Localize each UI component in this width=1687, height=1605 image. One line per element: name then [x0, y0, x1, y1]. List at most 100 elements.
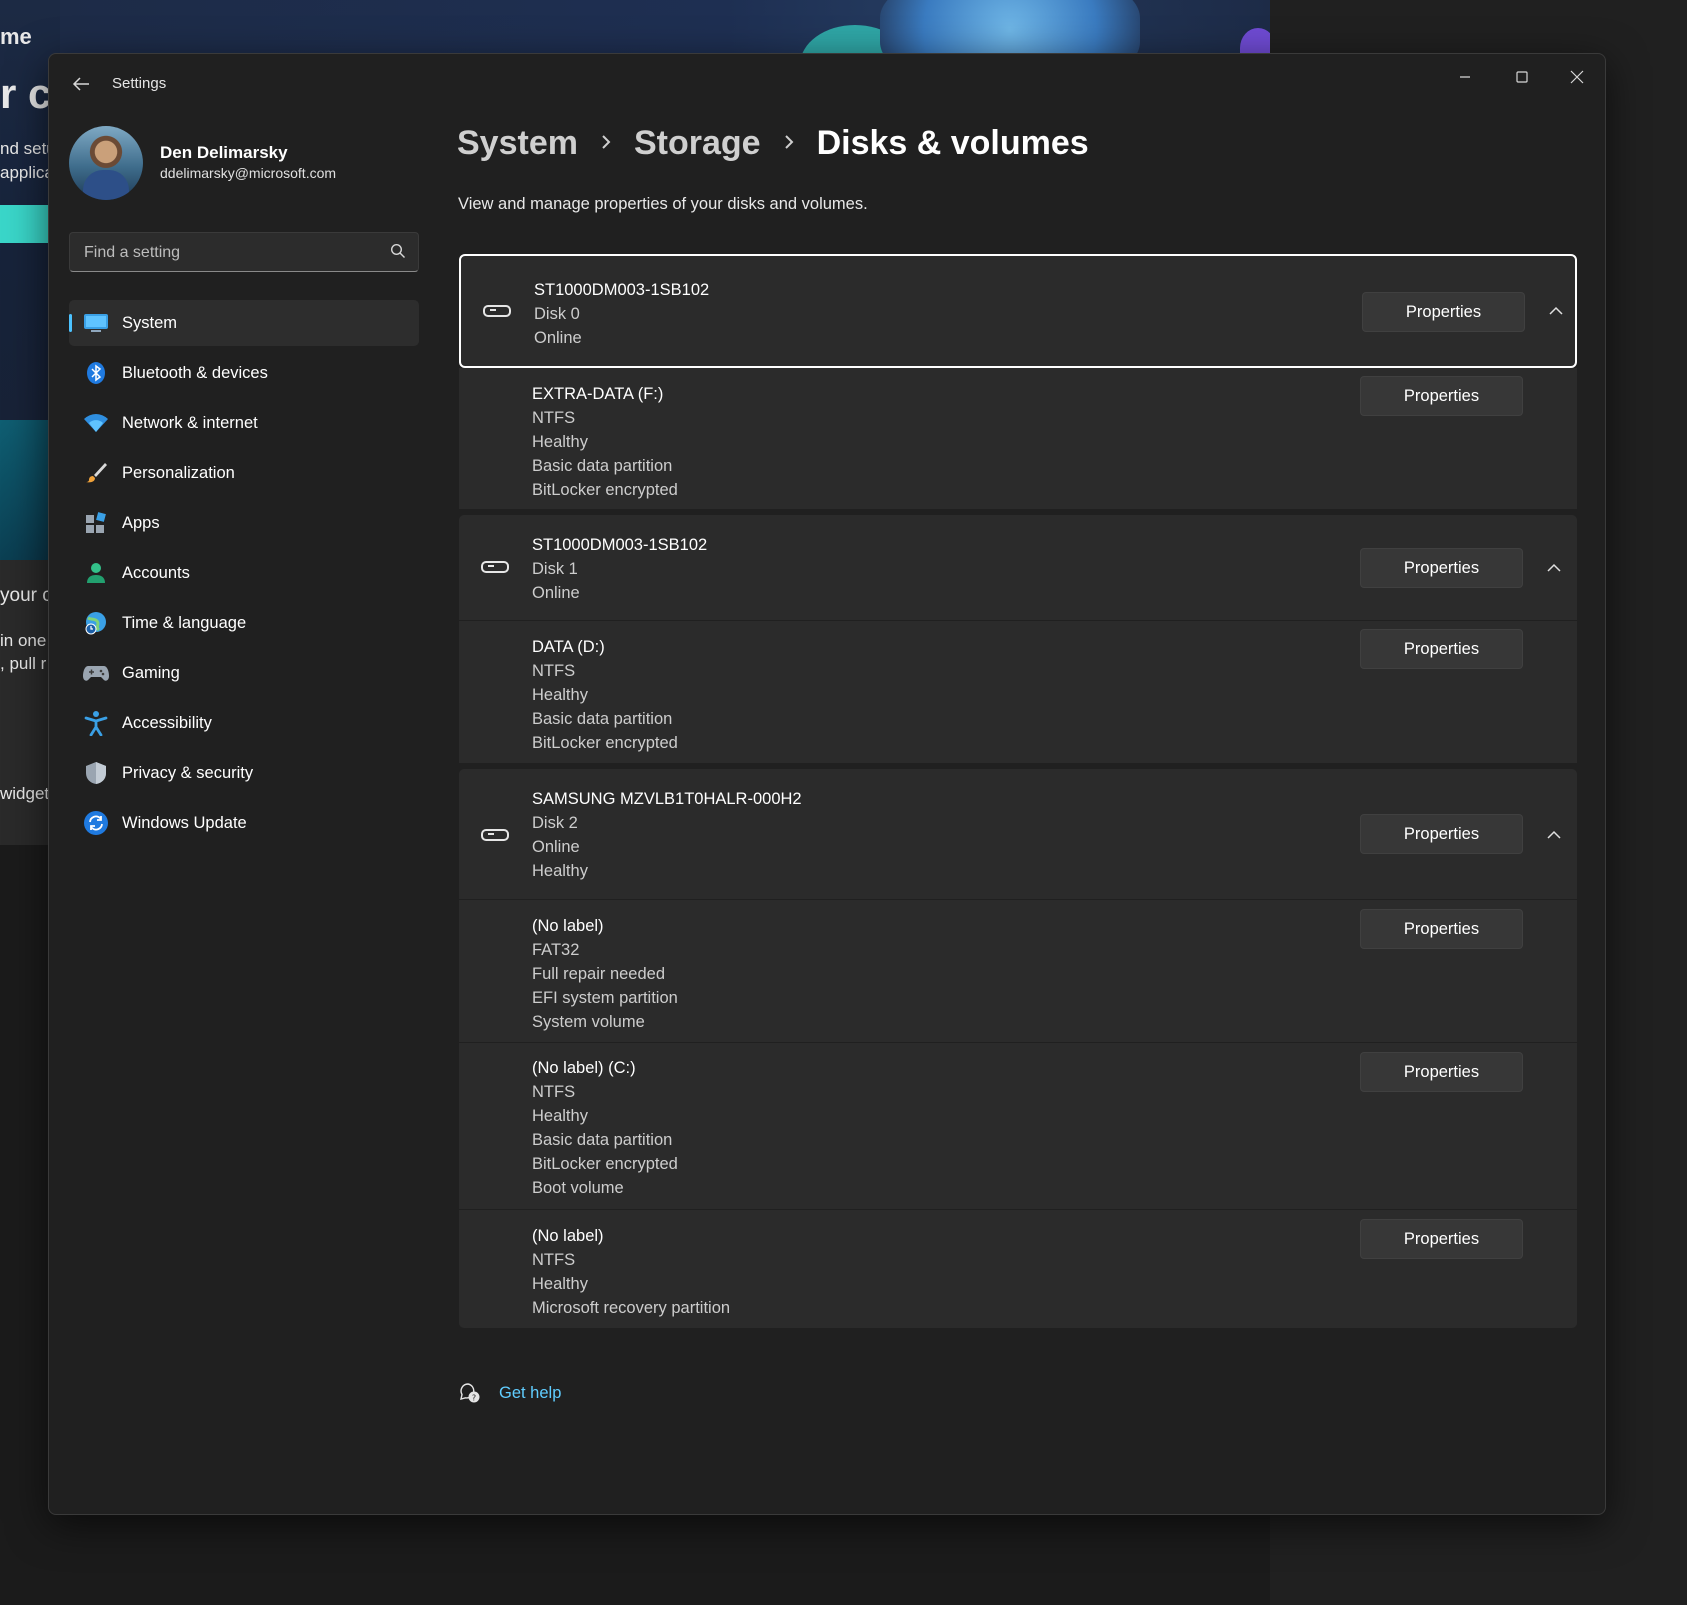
search-box [69, 232, 419, 272]
sidebar-item-bluetooth[interactable]: Bluetooth & devices [69, 350, 419, 396]
sidebar-item-label: Windows Update [122, 813, 247, 832]
sidebar-item-personalization[interactable]: Personalization [69, 450, 419, 496]
sidebar-item-label: Accounts [122, 563, 190, 582]
maximize-button[interactable] [1494, 60, 1550, 94]
disk-status: Online [534, 329, 582, 347]
disk-list: ST1000DM003-1SB102 Disk 0 Online Propert… [459, 254, 1577, 1328]
brush-icon [82, 459, 110, 487]
time-language-icon [82, 609, 110, 637]
sidebar-item-label: Personalization [122, 463, 235, 482]
volume-health: Healthy [532, 1107, 588, 1125]
disk-number: Disk 1 [532, 560, 578, 578]
chevron-up-icon[interactable] [1542, 555, 1566, 579]
breadcrumb: System Storage Disks & volumes [457, 124, 1089, 163]
bluetooth-icon [82, 359, 110, 387]
volume-label: DATA (D:) [532, 638, 605, 656]
sidebar-item-label: Accessibility [122, 713, 212, 732]
avatar[interactable] [69, 126, 143, 200]
back-button[interactable] [63, 68, 99, 100]
sidebar-item-label: Gaming [122, 663, 180, 682]
volume-row: EXTRA-DATA (F:) NTFS Healthy Basic data … [459, 368, 1577, 509]
system-icon [82, 309, 110, 337]
disk-status: Online [532, 838, 580, 856]
volume-encryption: BitLocker encrypted [532, 481, 678, 499]
search-icon[interactable] [390, 243, 406, 259]
sidebar-item-network[interactable]: Network & internet [69, 400, 419, 446]
hard-drive-icon [483, 305, 511, 317]
disk-properties-button[interactable]: Properties [1360, 814, 1523, 854]
settings-window: Settings Den Delimarsky ddelimarsky@micr… [48, 53, 1606, 1515]
chevron-up-icon[interactable] [1544, 298, 1568, 322]
svg-text:?: ? [472, 1394, 476, 1403]
volume-properties-button[interactable]: Properties [1360, 376, 1523, 416]
volume-filesystem: NTFS [532, 662, 576, 680]
close-icon [1570, 70, 1584, 84]
background-text: applica [0, 163, 54, 182]
volume-properties-button[interactable]: Properties [1360, 909, 1523, 949]
chevron-up-icon[interactable] [1542, 822, 1566, 846]
volume-properties-button[interactable]: Properties [1360, 1219, 1523, 1259]
sidebar-item-label: Privacy & security [122, 763, 254, 782]
disk-number: Disk 0 [534, 305, 580, 323]
breadcrumb-system[interactable]: System [457, 124, 578, 163]
disk-status: Online [532, 584, 580, 602]
page-subtitle: View and manage properties of your disks… [458, 195, 868, 213]
volume-partition-type: Microsoft recovery partition [532, 1299, 731, 1317]
volume-partition-type: EFI system partition [532, 989, 678, 1007]
volume-properties-button[interactable]: Properties [1360, 1052, 1523, 1092]
volume-filesystem: NTFS [532, 409, 576, 427]
get-help-link[interactable]: ? Get help [459, 1382, 561, 1404]
disk-info: ST1000DM003-1SB102 Disk 1 Online [532, 533, 707, 605]
volume-row: DATA (D:) NTFS Healthy Basic data partit… [459, 621, 1577, 763]
volume-health: Healthy [532, 1275, 588, 1293]
volume-label: (No label) [532, 1227, 604, 1245]
minimize-button[interactable] [1437, 60, 1493, 94]
page-title: Disks & volumes [816, 124, 1089, 162]
arrow-left-icon [72, 77, 89, 91]
disk-row[interactable]: ST1000DM003-1SB102 Disk 0 Online Propert… [459, 254, 1577, 368]
sidebar-item-accessibility[interactable]: Accessibility [69, 700, 419, 746]
sidebar-item-label: Bluetooth & devices [122, 363, 268, 382]
close-button[interactable] [1549, 60, 1605, 94]
background-wallpaper [60, 0, 1270, 55]
background-text: , pull r [0, 654, 47, 673]
breadcrumb-storage[interactable]: Storage [634, 124, 761, 163]
search-input[interactable] [82, 241, 376, 265]
disk-number: Disk 2 [532, 814, 578, 832]
sidebar-item-label: System [122, 313, 178, 332]
disk-properties-button[interactable]: Properties [1362, 292, 1525, 332]
volume-filesystem: NTFS [532, 1083, 576, 1101]
sidebar-item-accounts[interactable]: Accounts [69, 550, 419, 596]
volume-info: (No label) NTFS Healthy Microsoft recove… [532, 1224, 730, 1320]
apps-icon [82, 509, 110, 537]
sidebar-item-windows-update[interactable]: Windows Update [69, 800, 419, 846]
volume-role: System volume [532, 1013, 645, 1031]
chevron-right-icon [783, 131, 795, 157]
wifi-icon [82, 409, 110, 437]
volume-row: (No label) (C:) NTFS Healthy Basic data … [459, 1043, 1577, 1209]
sidebar-item-apps[interactable]: Apps [69, 500, 419, 546]
disk-row[interactable]: ST1000DM003-1SB102 Disk 1 Online Propert… [459, 515, 1577, 620]
update-icon [82, 809, 110, 837]
hard-drive-icon [481, 829, 509, 841]
volume-row: (No label) NTFS Healthy Microsoft recove… [459, 1210, 1577, 1328]
get-help-label: Get help [499, 1383, 562, 1402]
volume-filesystem: FAT32 [532, 941, 580, 959]
volume-encryption: BitLocker encrypted [532, 734, 678, 752]
disk-properties-button[interactable]: Properties [1360, 548, 1523, 588]
gamepad-icon [82, 659, 110, 687]
background-text: in one [0, 631, 47, 650]
sidebar-item-label: Network & internet [122, 413, 258, 432]
shield-icon [82, 759, 110, 787]
volume-properties-button[interactable]: Properties [1360, 629, 1523, 669]
sidebar-item-gaming[interactable]: Gaming [69, 650, 419, 696]
disk-row[interactable]: SAMSUNG MZVLB1T0HALR-000H2 Disk 2 Online… [459, 769, 1577, 899]
volume-role: Boot volume [532, 1179, 624, 1197]
sidebar-item-privacy-security[interactable]: Privacy & security [69, 750, 419, 796]
title-bar[interactable]: Settings [49, 54, 1605, 114]
volume-label: (No label) (C:) [532, 1059, 636, 1077]
volume-label: EXTRA-DATA (F:) [532, 385, 664, 403]
sidebar-item-system[interactable]: System [69, 300, 419, 346]
wallpaper-shape [1240, 28, 1270, 55]
sidebar-item-time-language[interactable]: Time & language [69, 600, 419, 646]
